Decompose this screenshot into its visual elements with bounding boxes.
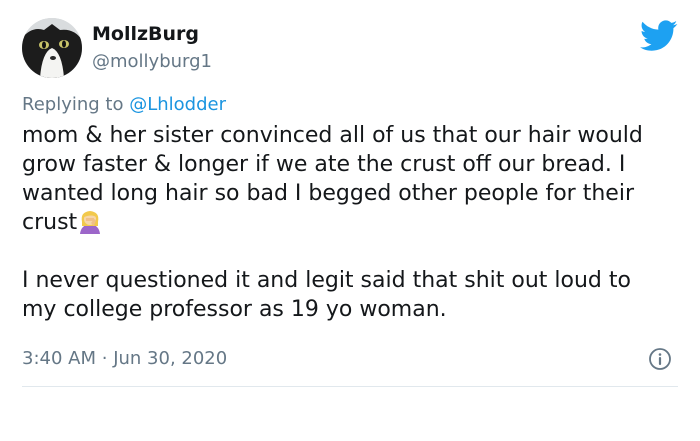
tweet-paragraph-2: I never questioned it and legit said tha… xyxy=(22,268,631,322)
tweet-time: 3:40 AM xyxy=(22,348,96,369)
divider xyxy=(22,386,678,387)
tweet-paragraph-1: mom & her sister convinced all of us tha… xyxy=(22,121,662,237)
tweet-paragraph-1-text: mom & her sister convinced all of us tha… xyxy=(22,123,643,235)
info-icon[interactable] xyxy=(648,347,672,371)
woman-facepalming-emoji-icon xyxy=(77,208,103,234)
display-name[interactable]: MollzBurg xyxy=(92,22,199,46)
twitter-bird-svg xyxy=(640,20,678,51)
replying-to: Replying to @Lhlodder xyxy=(22,93,226,117)
tweet-date: Jun 30, 2020 xyxy=(113,348,228,369)
meta-separator: · xyxy=(101,348,108,369)
facepalm-emoji-svg xyxy=(80,211,101,234)
twitter-bird-icon[interactable] xyxy=(640,20,678,52)
tweet-timestamp[interactable]: 3:40 AM · Jun 30, 2020 xyxy=(22,347,227,371)
mention-link[interactable]: @Lhlodder xyxy=(129,94,226,115)
tweet-card: MollzBurg @mollyburg1 Replying to @Lhlod… xyxy=(0,0,700,441)
info-icon-svg xyxy=(649,348,671,370)
replying-to-label: Replying to xyxy=(22,94,124,115)
user-handle[interactable]: @mollyburg1 xyxy=(92,50,212,74)
avatar[interactable] xyxy=(22,18,82,78)
tweet-text: mom & her sister convinced all of us tha… xyxy=(22,121,662,324)
cat-avatar-icon xyxy=(22,18,82,78)
